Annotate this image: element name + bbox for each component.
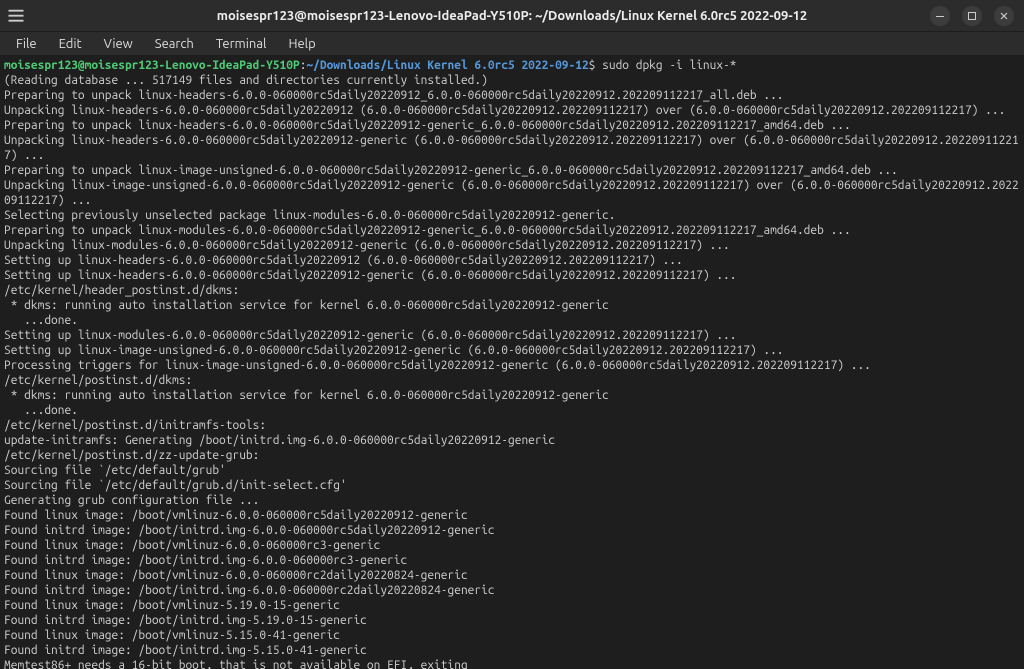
terminal-line: Preparing to unpack linux-image-unsigned… (4, 163, 1020, 178)
menu-file[interactable]: File (6, 35, 47, 53)
terminal-line: Preparing to unpack linux-headers-6.0.0-… (4, 118, 1020, 133)
window-controls (930, 6, 1018, 26)
terminal-line: Setting up linux-image-unsigned-6.0.0-06… (4, 343, 1020, 358)
terminal-line: Unpacking linux-modules-6.0.0-060000rc5d… (4, 238, 1020, 253)
terminal-line: Found initrd image: /boot/initrd.img-6.0… (4, 553, 1020, 568)
terminal-line: Found linux image: /boot/vmlinuz-6.0.0-0… (4, 508, 1020, 523)
terminal-line: Unpacking linux-headers-6.0.0-060000rc5d… (4, 103, 1020, 118)
terminal-line: Unpacking linux-headers-6.0.0-060000rc5d… (4, 133, 1020, 163)
terminal-line: /etc/kernel/postinst.d/initramfs-tools: (4, 418, 1020, 433)
terminal-output[interactable]: moisespr123@moisespr123-Lenovo-IdeaPad-Y… (0, 56, 1024, 669)
command-text: sudo dpkg -i linux-* (602, 59, 736, 72)
window-title: moisespr123@moisespr123-Lenovo-IdeaPad-Y… (0, 9, 1024, 23)
window-titlebar: moisespr123@moisespr123-Lenovo-IdeaPad-Y… (0, 0, 1024, 32)
app-menu-icon[interactable] (6, 6, 26, 26)
terminal-line: Found linux image: /boot/vmlinuz-6.0.0-0… (4, 538, 1020, 553)
terminal-line: Found initrd image: /boot/initrd.img-6.0… (4, 523, 1020, 538)
prompt-dollar: $ (589, 59, 602, 72)
menu-help[interactable]: Help (278, 35, 325, 53)
menubar: File Edit View Search Terminal Help (0, 32, 1024, 56)
terminal-line: Sourcing file `/etc/default/grub' (4, 463, 1020, 478)
terminal-line: moisespr123@moisespr123-Lenovo-IdeaPad-Y… (4, 58, 1020, 73)
terminal-line: Found initrd image: /boot/initrd.img-5.1… (4, 613, 1020, 628)
terminal-line: Generating grub configuration file ... (4, 493, 1020, 508)
terminal-line: Selecting previously unselected package … (4, 208, 1020, 223)
terminal-line: Found linux image: /boot/vmlinuz-5.15.0-… (4, 628, 1020, 643)
terminal-line: Setting up linux-modules-6.0.0-060000rc5… (4, 328, 1020, 343)
terminal-line: * dkms: running auto installation servic… (4, 388, 1020, 403)
terminal-line: Unpacking linux-image-unsigned-6.0.0-060… (4, 178, 1020, 208)
terminal-line: Memtest86+ needs a 16-bit boot, that is … (4, 658, 1020, 669)
terminal-line: Found initrd image: /boot/initrd.img-6.0… (4, 583, 1020, 598)
terminal-line: Setting up linux-headers-6.0.0-060000rc5… (4, 268, 1020, 283)
terminal-line: Preparing to unpack linux-modules-6.0.0-… (4, 223, 1020, 238)
terminal-line: ...done. (4, 403, 1020, 418)
terminal-line: /etc/kernel/postinst.d/dkms: (4, 373, 1020, 388)
terminal-line: Processing triggers for linux-image-unsi… (4, 358, 1020, 373)
prompt-user-host: moisespr123@moisespr123-Lenovo-IdeaPad-Y… (4, 59, 300, 72)
terminal-line: ...done. (4, 313, 1020, 328)
terminal-line: * dkms: running auto installation servic… (4, 298, 1020, 313)
terminal-line: Sourcing file `/etc/default/grub.d/init-… (4, 478, 1020, 493)
menu-terminal[interactable]: Terminal (206, 35, 277, 53)
terminal-line: /etc/kernel/postinst.d/zz-update-grub: (4, 448, 1020, 463)
minimize-button[interactable] (930, 6, 950, 26)
maximize-button[interactable] (962, 6, 982, 26)
menu-view[interactable]: View (94, 35, 143, 53)
menu-search[interactable]: Search (145, 35, 204, 53)
terminal-line: /etc/kernel/header_postinst.d/dkms: (4, 283, 1020, 298)
terminal-line: Setting up linux-headers-6.0.0-060000rc5… (4, 253, 1020, 268)
terminal-line: Preparing to unpack linux-headers-6.0.0-… (4, 88, 1020, 103)
prompt-path: ~/Downloads/Linux Kernel 6.0rc5 2022-09-… (306, 59, 588, 72)
terminal-line: Found linux image: /boot/vmlinuz-5.19.0-… (4, 598, 1020, 613)
terminal-line: Found linux image: /boot/vmlinuz-6.0.0-0… (4, 568, 1020, 583)
terminal-line: update-initramfs: Generating /boot/initr… (4, 433, 1020, 448)
menu-edit[interactable]: Edit (49, 35, 92, 53)
close-button[interactable] (994, 6, 1014, 26)
terminal-line: (Reading database ... 517149 files and d… (4, 73, 1020, 88)
terminal-line: Found initrd image: /boot/initrd.img-5.1… (4, 643, 1020, 658)
